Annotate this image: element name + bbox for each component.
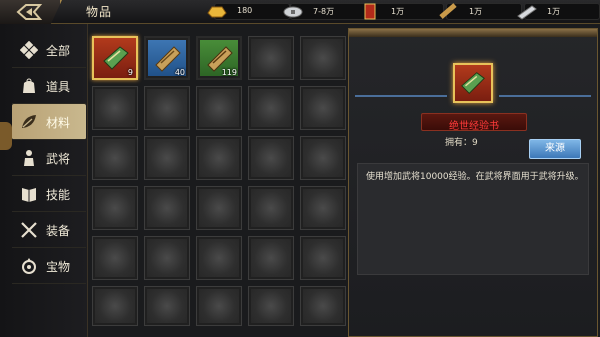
inventory-slot-empty[interactable] [248, 36, 294, 80]
sidebar-collapse-tab[interactable] [0, 122, 12, 150]
item-description-box: 使用增加武将10000经验。在武将界面用于武将升级。 [357, 163, 589, 275]
inventory-slot-empty[interactable] [300, 136, 346, 180]
inventory-slot-empty[interactable] [300, 36, 346, 80]
item-name: 绝世经验书 [449, 121, 499, 132]
leaf-icon [22, 115, 36, 128]
item-detail-panel: 绝世经验书 拥有：9 来源 使用增加武将10000经验。在武将界面用于武将升级。 [348, 28, 598, 337]
source-button[interactable]: 来源 [529, 139, 581, 159]
book-icon [22, 188, 36, 202]
inventory-slot-empty[interactable] [144, 136, 190, 180]
inventory-slot-empty[interactable] [196, 286, 242, 326]
bamboo-slip-icon [439, 3, 457, 19]
silver-bar-icon [517, 5, 537, 20]
sidebar-item-items[interactable]: 道具 [12, 68, 86, 104]
inventory-slot-empty[interactable] [196, 236, 242, 280]
sidebar-item-skills[interactable]: 技能 [12, 176, 86, 212]
inventory-slot-empty[interactable] [248, 236, 294, 280]
inventory-slot-item[interactable]: 119 [196, 36, 242, 80]
inventory-slot-empty[interactable] [300, 186, 346, 230]
item-name-banner: 绝世经验书 [421, 113, 527, 132]
resource-silver-bar[interactable]: 1万 [517, 3, 600, 20]
inventory-slot-empty[interactable] [144, 86, 190, 130]
top-bar: 物品 180 7-8万 1万 1万 1万 [0, 0, 600, 24]
panel-frame-top [349, 29, 597, 37]
treasure-icon [22, 258, 36, 274]
inventory-slot-empty[interactable] [248, 136, 294, 180]
inventory-slot-empty[interactable] [196, 186, 242, 230]
inventory-slot-item[interactable]: 9 [92, 36, 138, 80]
inventory-slot-item[interactable]: 40 [144, 36, 190, 80]
page-title: 物品 [86, 5, 113, 19]
resource-red-scroll[interactable]: 1万 [364, 3, 444, 20]
inventory-slot-empty[interactable] [300, 236, 346, 280]
back-arrow-icon [16, 4, 43, 20]
category-sidebar: 全部 道具 材料 武将 技能 装备 宝物 [0, 24, 88, 337]
inventory-slot-empty[interactable] [92, 136, 138, 180]
inventory-slot-empty[interactable] [300, 286, 346, 326]
sidebar-item-all[interactable]: 全部 [12, 32, 86, 68]
inventory-slot-empty[interactable] [248, 286, 294, 326]
sidebar-item-treasures[interactable]: 宝物 [12, 248, 86, 284]
inventory-slot-empty[interactable] [92, 236, 138, 280]
sidebar-item-equipment[interactable]: 装备 [12, 212, 86, 248]
owned-count: 拥有：9 [445, 138, 478, 148]
inventory-slot-empty[interactable] [144, 286, 190, 326]
red-scroll-icon [364, 3, 376, 20]
resource-gold[interactable]: 180 [207, 3, 290, 20]
cloud-ornament-left [355, 95, 447, 115]
inventory-slot-empty[interactable] [144, 236, 190, 280]
inventory-slot-empty[interactable] [300, 86, 346, 130]
inventory-slot-empty[interactable] [248, 186, 294, 230]
inventory-slot-empty[interactable] [92, 286, 138, 326]
silver-coin-icon [283, 6, 303, 18]
green-tome-icon [461, 72, 485, 94]
inventory-slot-empty[interactable] [248, 86, 294, 130]
back-button[interactable] [0, 0, 62, 24]
resource-silver[interactable]: 7-8万 [283, 3, 366, 20]
warrior-icon [24, 150, 34, 166]
cloud-ornament-right [499, 95, 591, 115]
resource-bamboo[interactable]: 1万 [439, 3, 522, 20]
inventory-slot-empty[interactable] [144, 186, 190, 230]
sidebar-item-generals[interactable]: 武将 [12, 140, 86, 176]
diamond-cluster-icon [20, 41, 38, 59]
selected-item-icon [453, 63, 493, 103]
inventory-slot-empty[interactable] [92, 86, 138, 130]
item-description: 使用增加武将10000经验。在武将界面用于武将升级。 [366, 172, 584, 182]
inventory-slot-empty[interactable] [92, 186, 138, 230]
crossed-swords-icon [21, 222, 37, 238]
gold-ingot-icon [207, 6, 227, 18]
sidebar-item-materials[interactable]: 材料 [12, 104, 86, 140]
bag-icon [23, 78, 35, 93]
inventory-slot-empty[interactable] [196, 86, 242, 130]
inventory-slot-empty[interactable] [196, 136, 242, 180]
